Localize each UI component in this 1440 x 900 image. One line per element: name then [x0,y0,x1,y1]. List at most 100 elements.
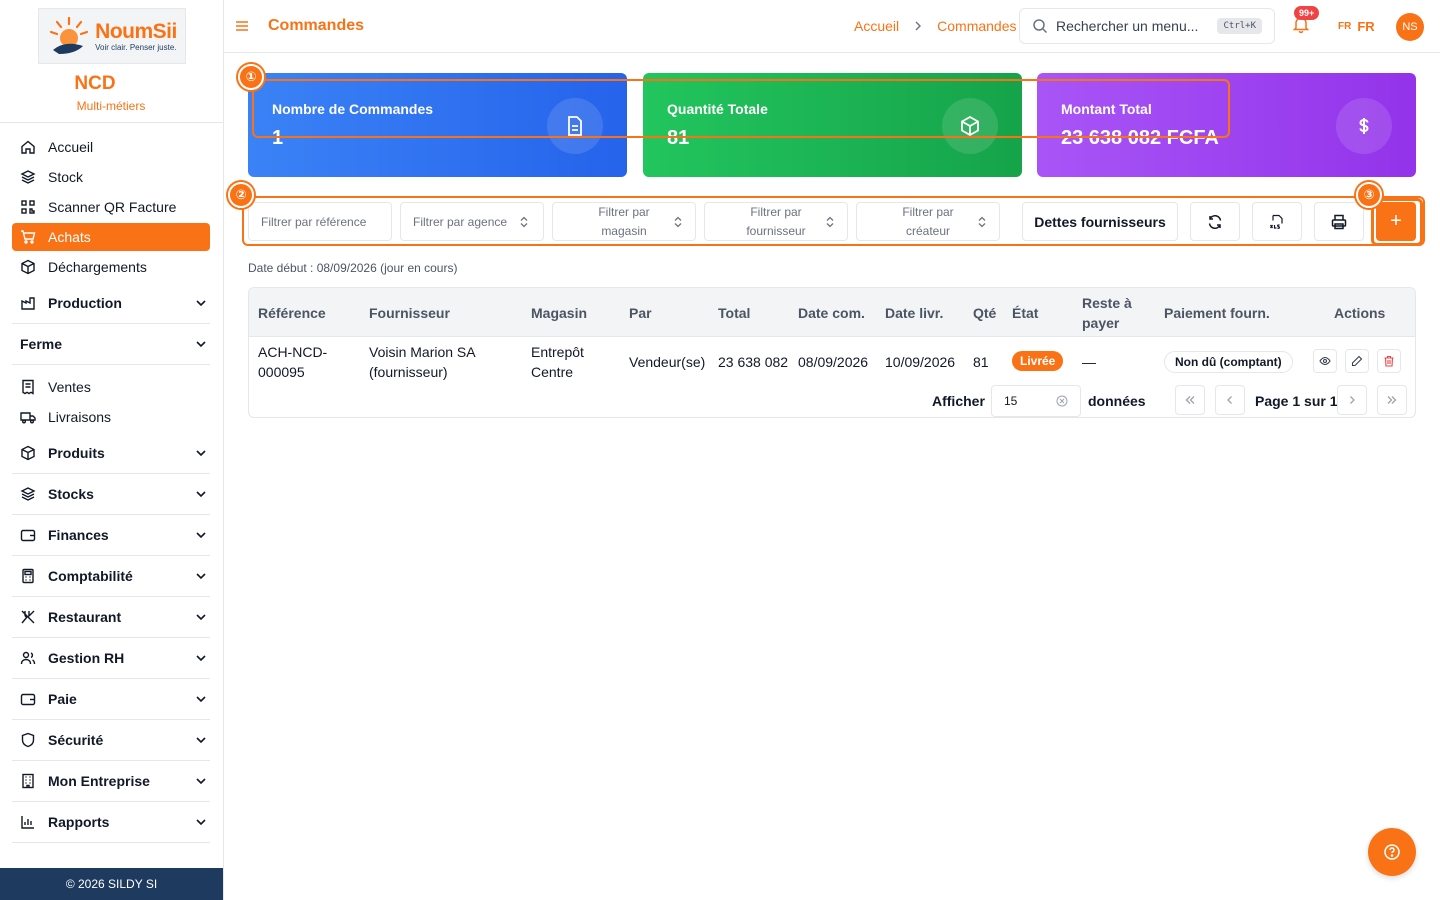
col-etat[interactable]: État [1012,303,1038,323]
stat-card-amount: Montant Total 23 638 082 FCFA [1037,73,1416,177]
cell-date-com: 08/09/2026 [798,354,869,370]
col-qte[interactable]: Qté [973,303,996,323]
qr-icon [21,200,35,214]
filter-agence-select[interactable]: Filtrer par agence [400,202,544,241]
building-icon [22,773,34,789]
breadcrumb-current[interactable]: Commandes [937,18,1016,34]
add-order-button[interactable]: + [1376,202,1416,241]
sidebar-group-paie[interactable]: Paie [12,679,210,720]
print-button[interactable] [1314,202,1364,241]
sidebar: NoumSii Voir clair. Penser juste. NCD Mu… [0,0,224,900]
chevron-down-icon [196,573,206,580]
help-button[interactable] [1368,828,1416,876]
col-date-livr[interactable]: Date livr. [885,303,943,323]
logo-name: NoumSii [95,19,177,43]
first-page-button[interactable] [1175,385,1205,415]
chevron-down-icon [196,300,206,307]
sidebar-item-ventes[interactable]: Ventes [12,373,210,401]
chevron-down-icon [196,778,206,785]
edit-button[interactable] [1345,349,1369,373]
sidebar-group-finances[interactable]: Finances [12,515,210,556]
col-total[interactable]: Total [718,303,750,323]
prev-page-button[interactable] [1215,385,1245,415]
layers-icon [20,487,36,501]
filter-fournisseur-select[interactable]: Filtrer par fournisseur [704,202,848,241]
cell-reference: ACH-NCD-000095 [258,344,328,380]
sidebar-group-label: Gestion RH [48,650,125,666]
receipt-icon [22,379,34,395]
sidebar-group-label: Finances [48,527,109,543]
sidebar-item-stock[interactable]: Stock [12,163,210,191]
sidebar-item-livraisons[interactable]: Livraisons [12,403,210,431]
col-date-com[interactable]: Date com. [798,303,865,323]
updown-icon [826,216,834,228]
trash-icon [1384,355,1394,367]
view-button[interactable] [1313,349,1337,373]
sidebar-group-comptabilite[interactable]: Comptabilité [12,556,210,597]
sidebar-item-accueil[interactable]: Accueil [12,133,210,161]
delete-button[interactable] [1377,349,1401,373]
dollar-icon [1359,118,1369,134]
page-size-suffix: données [1088,393,1146,409]
clear-icon[interactable] [1056,395,1068,407]
truck-icon [20,412,36,424]
box-icon [21,259,35,275]
col-fournisseur[interactable]: Fournisseur [369,303,450,323]
col-par[interactable]: Par [629,303,652,323]
menu-search[interactable]: Rechercher un menu... Ctrl+K [1019,8,1275,44]
dettes-fournisseurs-button[interactable]: Dettes fournisseurs [1022,202,1178,241]
sidebar-group-stocks[interactable]: Stocks [12,474,210,515]
filter-magasin-select[interactable]: Filtrer par magasin [552,202,696,241]
sidebar-section-ferme[interactable]: Ferme [12,324,210,365]
sidebar-item-scanner-qr[interactable]: Scanner QR Facture [12,193,210,221]
col-magasin[interactable]: Magasin [531,303,587,323]
hamburger-menu-icon[interactable] [234,18,250,34]
updown-icon [520,216,528,228]
language-switcher[interactable]: FR FR [1338,19,1375,34]
sidebar-group-production[interactable]: Production [12,283,210,324]
avatar[interactable]: NS [1396,13,1424,41]
sidebar-item-dechargements[interactable]: Déchargements [12,253,210,281]
sidebar-group-rapports[interactable]: Rapports [12,802,210,843]
stat-icon-wrap [547,98,603,154]
logo-tagline: Voir clair. Penser juste. [95,42,177,52]
page-size-select[interactable]: 15 [991,385,1081,417]
sidebar-group-mon-entreprise[interactable]: Mon Entreprise [12,761,210,802]
sidebar-group-produits[interactable]: Produits [12,433,210,474]
chevron-down-icon [196,341,206,348]
sidebar-item-achats[interactable]: Achats [12,223,210,251]
logo[interactable]: NoumSii Voir clair. Penser juste. [38,8,186,64]
sidebar-group-securite[interactable]: Sécurité [12,720,210,761]
filter-magasin-label: Filtrer par magasin [598,204,650,238]
refresh-button[interactable] [1190,202,1240,241]
chevron-down-icon [196,819,206,826]
notification-badge: 99+ [1294,6,1320,20]
breadcrumb: Accueil Commandes [854,18,1017,34]
next-page-button[interactable] [1337,385,1367,415]
refresh-icon [1208,214,1222,229]
sidebar-group-gestion-rh[interactable]: Gestion RH [12,638,210,679]
sun-logo-icon [50,16,89,54]
status-badge: Livrée [1012,351,1064,371]
filter-createur-select[interactable]: Filtrer par créateur [856,202,1000,241]
chevron-down-icon [196,450,206,457]
sidebar-item-label: Déchargements [48,259,147,275]
last-page-button[interactable] [1377,385,1407,415]
stat-card-quantity: Quantité Totale 81 [643,73,1022,177]
col-actions: Actions [1334,305,1386,321]
export-xls-button[interactable] [1252,202,1302,241]
filter-reference-input[interactable]: Filtrer par référence [248,202,392,241]
col-reference[interactable]: Référence [258,303,326,323]
sidebar-group-restaurant[interactable]: Restaurant [12,597,210,638]
breadcrumb-home[interactable]: Accueil [854,18,899,34]
col-paiement[interactable]: Paiement fourn. [1164,303,1270,323]
sidebar-group-label: Mon Entreprise [48,773,150,789]
cell-total: 23 638 082 [718,354,789,370]
cell-qte: 81 [973,354,989,370]
factory-icon [21,297,35,310]
document-icon [568,116,582,136]
page-indicator: Page 1 sur 1 [1255,393,1338,409]
sidebar-item-label: Ventes [48,379,91,395]
col-reste[interactable]: Reste à payer [1082,293,1146,333]
stat-value: 1 [272,127,284,149]
